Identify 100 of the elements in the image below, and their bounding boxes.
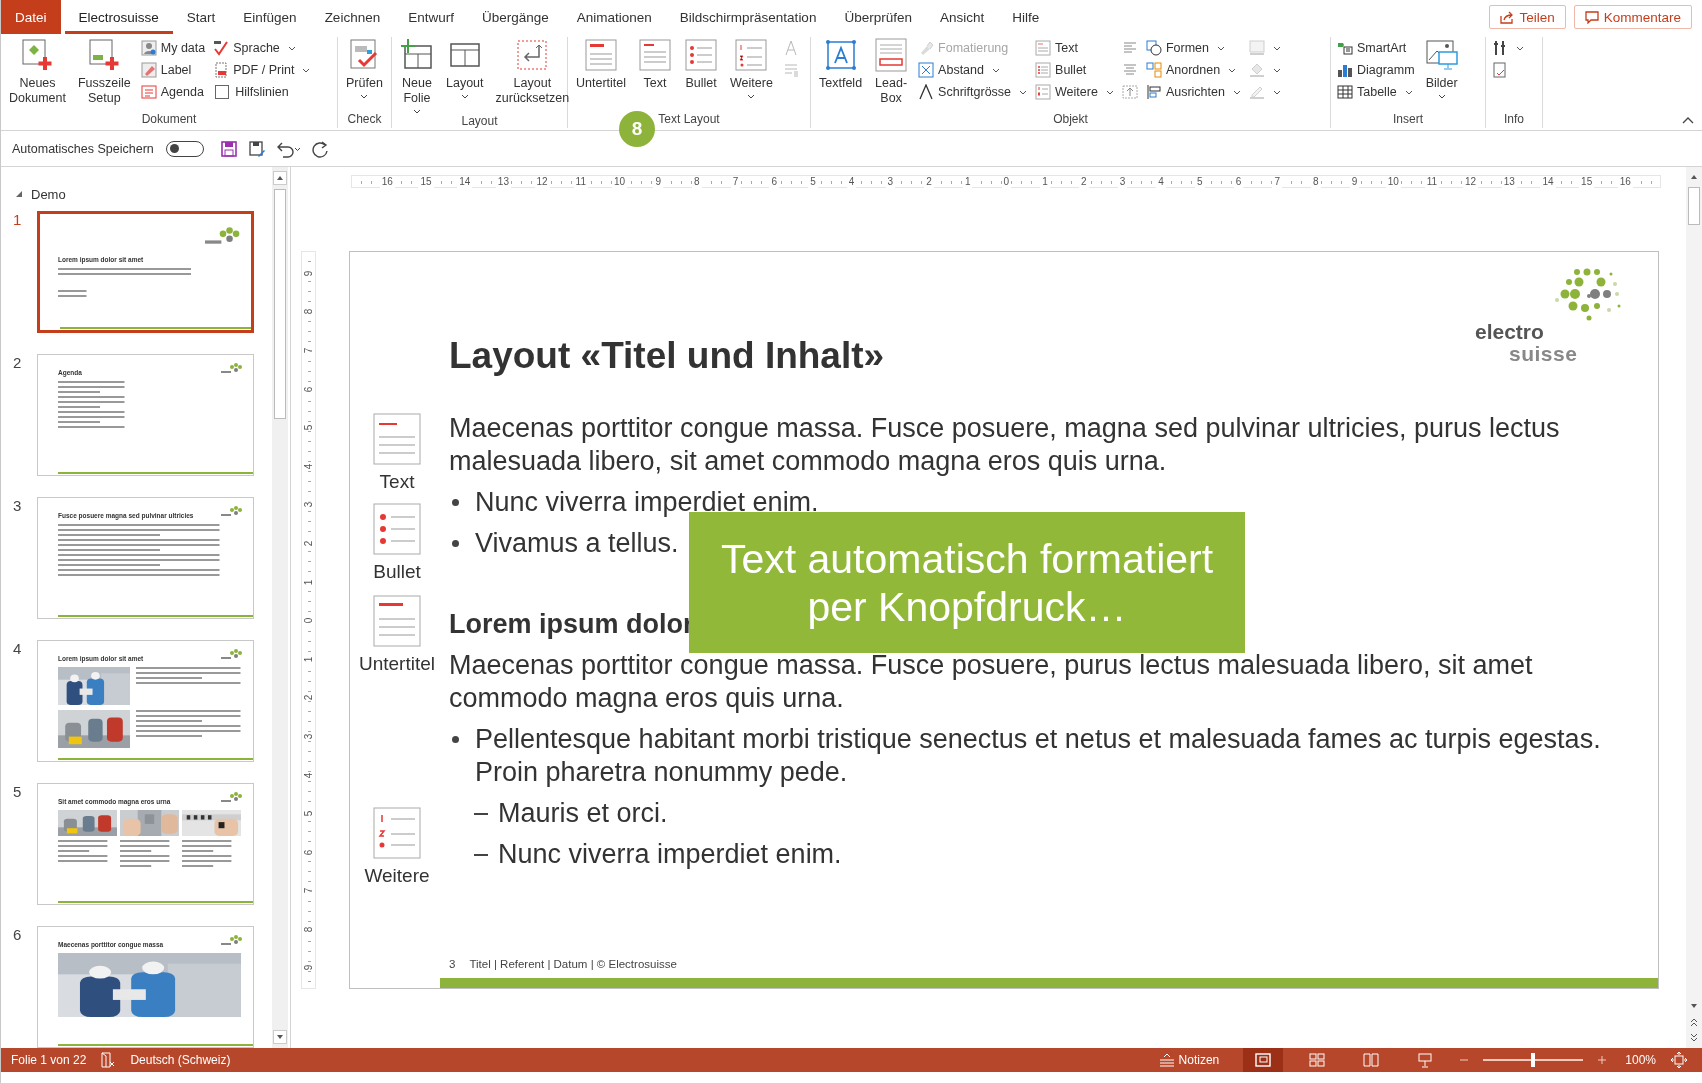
zoom-level[interactable]: 100% [1625,1053,1656,1067]
scroll-thumb[interactable] [1688,187,1700,225]
ribbon-button[interactable]: Formen [1145,38,1241,58]
share-button[interactable]: Teilen [1489,5,1566,29]
ribbon-button[interactable]: Sprache [213,38,311,58]
align-left-icon [1121,40,1138,56]
file-tab[interactable]: Datei [1,0,61,34]
ruler-number: 3 [885,176,896,188]
zoom-slider-thumb[interactable] [1531,1053,1536,1067]
ruler-number: 2 [1078,176,1089,188]
ribbon-button[interactable]: Text [1035,38,1114,58]
ribbon-button[interactable]: Ausrichten [1145,82,1241,102]
ribbon-tab[interactable]: Übergänge [467,0,563,34]
ribbon-tab[interactable]: Zeichnen [310,0,395,34]
ribbon-button[interactable]: Abstand [918,60,1028,80]
text-lines-drawing [120,840,172,870]
slide-number: 1 [12,211,23,228]
scroll-down-icon[interactable] [273,1030,287,1044]
ribbon-button[interactable]: Schriftgrösse [918,82,1028,102]
slide-number: 2 [12,354,23,371]
ribbon-button[interactable]: Diagramm [1337,60,1415,80]
ribbon-button[interactable]: PDF / Print [213,60,311,80]
group-label: Insert [1392,112,1424,128]
ruler-number: 12 [1463,176,1479,188]
save-icon[interactable] [219,139,238,158]
ribbon-button[interactable]: Text [633,37,678,91]
language-status[interactable]: Deutsch (Schweiz) [130,1053,231,1067]
ruler-number: 7 [1272,176,1282,188]
ribbon-tab[interactable]: Hilfe [998,0,1054,34]
scroll-thumb[interactable] [274,189,286,419]
ruler-number: 9 [653,176,663,188]
ribbon-button[interactable]: Agenda [140,82,206,102]
ruler-number: 5 [303,424,314,431]
slide-number: 4 [12,640,23,657]
notes-icon [1158,1053,1175,1067]
ribbon-button[interactable]: My data [140,38,206,58]
zoom-in-icon[interactable] [1597,1055,1608,1065]
bullet-text: Pellentesque habitant morbi tristique senectus et netus et malesuada fames ac turpis egestas. Proin pharetra nonummy pede. [475,723,1602,789]
ribbon-button[interactable]: Neues Dokument [4,37,71,106]
ribbon-tab[interactable]: Ansicht [925,0,999,34]
ruler-number: 16 [379,176,395,188]
ribbon-tab[interactable]: Entwurf [394,0,468,34]
ribbon-button[interactable]: Anordnen [1145,60,1241,80]
expanded-triangle-icon[interactable] [15,190,23,198]
ribbon-tab[interactable]: Einfügen [229,0,311,34]
lead-box-icon [874,38,909,72]
text-lines-drawing [182,840,234,870]
ribbon-button[interactable]: Weitere [1035,82,1114,102]
ribbon-button[interactable]: Tabelle [1337,82,1415,102]
redo-icon[interactable] [311,139,330,158]
ribbon-tab[interactable]: Animationen [562,0,666,34]
text-lines-drawing [58,840,110,865]
ribbon-tab[interactable]: Electrosuisse [64,0,173,34]
ruler-number: 3 [1117,176,1128,188]
ribbon-tab[interactable]: Überprüfen [830,0,926,34]
fill-icon [1248,62,1265,78]
ruler-number: 11 [1424,176,1440,188]
ribbon-button[interactable]: Bullet [679,37,724,91]
fit-to-window-icon[interactable] [1670,1051,1688,1069]
text-lines-drawing [58,290,88,300]
pen-icon [1248,84,1265,100]
align-middle-icon [1121,84,1138,100]
notes-button[interactable]: Notizen [1158,1053,1220,1067]
ribbon-button[interactable]: Bilder [1419,37,1464,99]
ribbon-button[interactable]: Prüfen [341,37,388,99]
ribbon-button[interactable]: Textfeld [814,37,868,91]
numbered-list-icon [1035,84,1052,100]
ribbon-button[interactable]: Bullet [1035,60,1114,80]
caret-icon [1019,89,1028,95]
text-lines-drawing [58,381,128,431]
pdf-icon [213,62,230,78]
ribbon-button[interactable]: Neue Folie [395,37,439,114]
ribbon-button[interactable]: Layout [441,37,489,99]
bullet-icon [452,540,459,547]
view-button[interactable] [1243,1048,1284,1072]
comments-button[interactable]: Kommentare [1573,5,1692,29]
ruler-number: 7 [303,888,314,894]
outline-icon [1248,40,1265,56]
ribbon-button[interactable]: Fusszeile Setup [72,37,136,106]
numbered-list-icon [734,38,769,72]
ruler-number: 8 [692,176,702,188]
spellcheck-icon[interactable] [100,1052,117,1068]
ribbon-icon-button[interactable] [1492,38,1524,58]
ribbon-button[interactable]: SmartArt [1337,38,1415,58]
layout-hint-label: Untertitel [359,653,435,675]
save-as-icon[interactable] [247,139,266,158]
scroll-up-icon[interactable] [273,171,287,185]
table-icon [1337,84,1353,100]
checkbox[interactable] [215,85,230,99]
guides-checkbox[interactable]: Hilfslinien [213,82,311,102]
ribbon-tab[interactable]: Bildschirmpräsentation [665,0,831,34]
ribbon-tab[interactable]: Start [172,0,230,34]
ribbon-button[interactable]: Lead-Box [869,37,914,106]
ribbon-button[interactable]: Label [140,60,206,80]
spacing-icon [918,62,935,78]
collapse-ribbon-icon[interactable] [1682,116,1694,124]
ribbon-button[interactable]: Weitere [725,37,778,99]
ruler-number: 2 [303,540,314,547]
caret-icon [1404,89,1413,95]
section-title: Demo [31,186,66,202]
